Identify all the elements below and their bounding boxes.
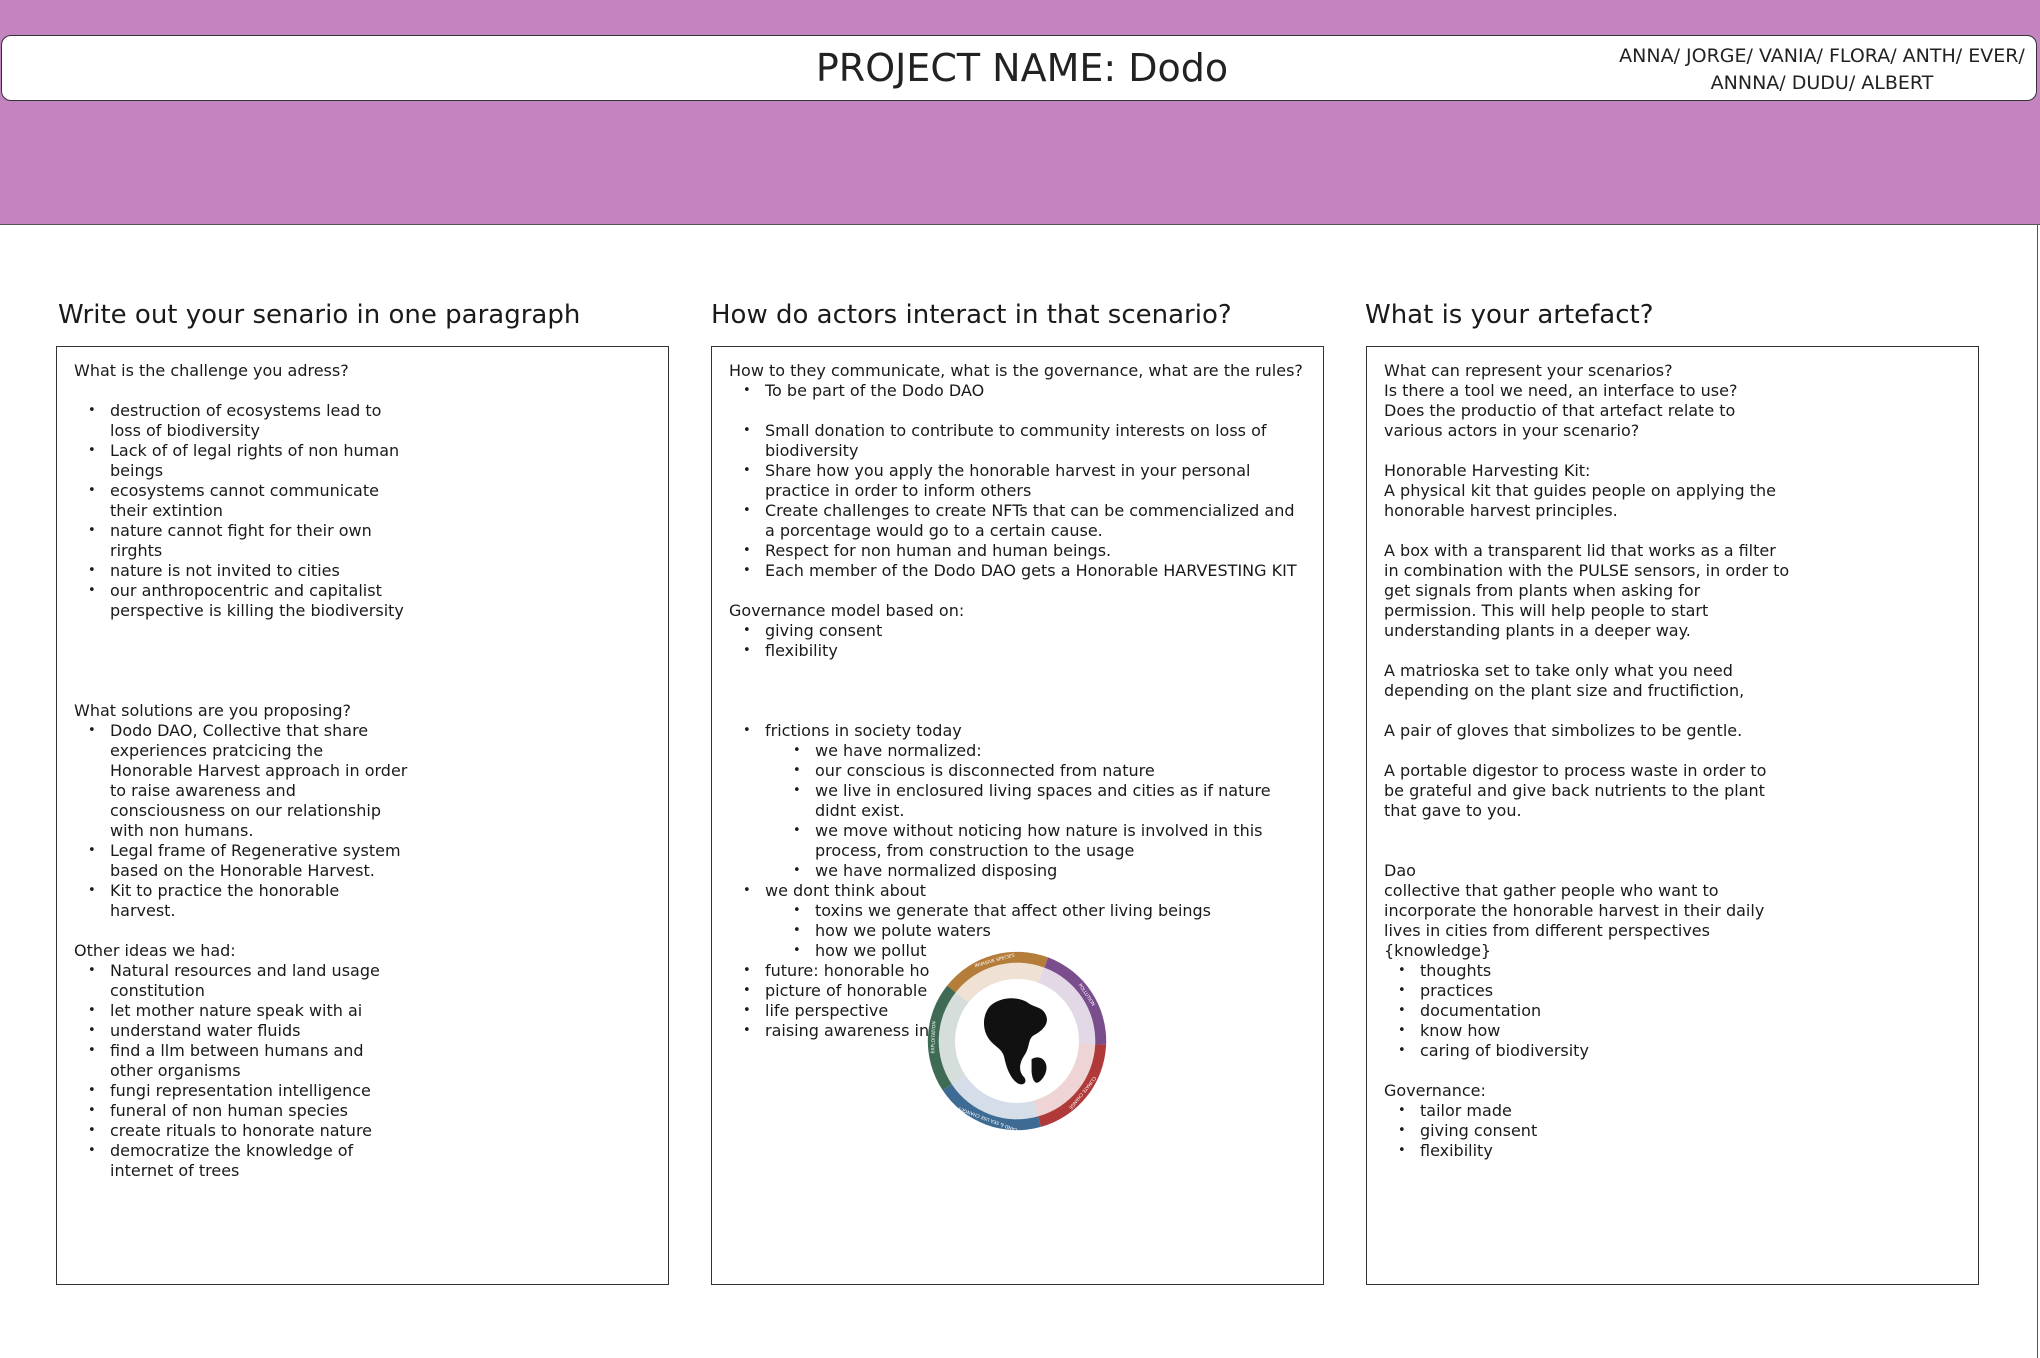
team-line: ANNNA/ DUDU/ ALBERT [1710, 72, 1934, 94]
header-band [0, 0, 2040, 225]
list-item: we have normalized: [765, 741, 1319, 761]
list-item: we dont think about toxins we generate t… [729, 881, 1319, 961]
scenario-panel: What is the challenge you adress? destru… [56, 346, 669, 1285]
list-item: let mother nature speak with ai [74, 1001, 414, 1021]
list-item: flexibility [729, 641, 1319, 661]
list-item: we move without noticing how nature is i… [765, 821, 1319, 861]
list-item: nature is not invited to cities [74, 561, 414, 581]
scenario-content: What is the challenge you adress? destru… [74, 361, 414, 1181]
governance-model-label: Governance model based on: [729, 601, 965, 620]
communicate-question: How to they communicate, what is the gov… [729, 361, 1303, 380]
artefact-content: What can represent your scenarios? Is th… [1384, 361, 1804, 1161]
other-ideas-list: Natural resources and land usage constit… [74, 961, 414, 1181]
list-item: Lack of of legal rights of non human bei… [74, 441, 414, 481]
list-item: how we polute waters [765, 921, 1319, 941]
team-line: ANNA/ JORGE/ VANIA/ FLORA/ ANTH/ EVER/ [1619, 45, 2025, 67]
governance-list: giving consent flexibility [729, 621, 1319, 661]
governance-list: tailor made giving consent flexibility [1384, 1101, 1804, 1161]
list-item: we live in enclosured living spaces and … [765, 781, 1319, 821]
other-ideas-label: Other ideas we had: [74, 941, 236, 960]
list-item: nature cannot fight for their own rirght… [74, 521, 414, 561]
list-item: toxins we generate that affect other liv… [765, 901, 1319, 921]
list-item: our conscious is disconnected from natur… [765, 761, 1319, 781]
challenge-list: destruction of ecosystems lead to loss o… [74, 401, 414, 621]
biodiversity-wheel-image: INVASIVE SPECIESPOLLUTIONCLIMATE CHANGEL… [927, 951, 1107, 1132]
matrioska-description: A matrioska set to take only what you ne… [1384, 661, 1745, 700]
artefact-questions: What can represent your scenarios? Is th… [1384, 361, 1738, 440]
list-item: democratize the knowledge of internet of… [74, 1141, 414, 1181]
box-description: A box with a transparent lid that works … [1384, 541, 1790, 640]
scenario-column-title: Write out your senario in one paragraph [58, 300, 581, 330]
list-item: understand water fluids [74, 1021, 414, 1041]
digestor-description: A portable digestor to process waste in … [1384, 761, 1767, 820]
actors-content: How to they communicate, what is the gov… [729, 361, 1319, 1041]
governance-label: Governance: [1384, 1081, 1486, 1100]
list-item: funeral of non human species [74, 1101, 414, 1121]
list-item: giving consent [1384, 1121, 1804, 1141]
gloves-description: A pair of gloves that simbolizes to be g… [1384, 721, 1743, 740]
part-list: To be part of the Dodo DAO [729, 381, 1319, 401]
list-item: Kit to practice the honorable harvest. [74, 881, 414, 921]
team-members: ANNA/ JORGE/ VANIA/ FLORA/ ANTH/ EVER/ A… [1602, 43, 2040, 97]
list-item: ecosystems cannot communicate their exti… [74, 481, 414, 521]
actors-panel: How to they communicate, what is the gov… [711, 346, 1324, 1285]
normalized-list: we have normalized: our conscious is dis… [765, 741, 1319, 881]
list-item: Create challenges to create NFTs that ca… [729, 501, 1319, 541]
list-item: flexibility [1384, 1141, 1804, 1161]
kit-description: Honorable Harvesting Kit: A physical kit… [1384, 461, 1776, 520]
solutions-question: What solutions are you proposing? [74, 701, 352, 720]
list-item: caring of biodiversity [1384, 1041, 1804, 1061]
list-item: Share how you apply the honorable harves… [729, 461, 1319, 501]
list-item: giving consent [729, 621, 1319, 641]
list-item: Small donation to contribute to communit… [729, 421, 1319, 461]
rules-list: Small donation to contribute to communit… [729, 421, 1319, 581]
list-item: thoughts [1384, 961, 1804, 981]
list-item: Respect for non human and human beings. [729, 541, 1319, 561]
dao-list: thoughts practices documentation know ho… [1384, 961, 1804, 1061]
list-item: Natural resources and land usage constit… [74, 961, 414, 1001]
list-item: we have normalized disposing [765, 861, 1319, 881]
canvas-edge [2037, 224, 2038, 1358]
artefact-column-title: What is your artefact? [1365, 300, 1654, 330]
list-item: know how [1384, 1021, 1804, 1041]
solutions-list: Dodo DAO, Collective that share experien… [74, 721, 414, 921]
list-item: documentation [1384, 1001, 1804, 1021]
dont-think-label: we dont think about [765, 881, 926, 900]
list-item: find a llm between humans and other orga… [74, 1041, 414, 1081]
list-item: Dodo DAO, Collective that share experien… [74, 721, 414, 841]
list-item: frictions in society today we have norma… [729, 721, 1319, 881]
title-bar: PROJECT NAME: Dodo ANNA/ JORGE/ VANIA/ F… [1, 35, 2037, 101]
actors-column-title: How do actors interact in that scenario? [711, 300, 1232, 330]
list-item: create rituals to honorate nature [74, 1121, 414, 1141]
list-item: Each member of the Dodo DAO gets a Honor… [729, 561, 1319, 581]
list-item: tailor made [1384, 1101, 1804, 1121]
list-item: practices [1384, 981, 1804, 1001]
list-item: our anthropocentric and capitalist persp… [74, 581, 414, 621]
list-item: fungi representation intelligence [74, 1081, 414, 1101]
list-item: Legal frame of Regenerative system based… [74, 841, 414, 881]
artefact-panel: What can represent your scenarios? Is th… [1366, 346, 1979, 1285]
dao-description: Dao collective that gather people who wa… [1384, 861, 1765, 960]
challenge-question: What is the challenge you adress? [74, 361, 349, 380]
list-item: To be part of the Dodo DAO [729, 381, 1319, 401]
list-item: destruction of ecosystems lead to loss o… [74, 401, 414, 441]
frictions-label: frictions in society today [765, 721, 962, 740]
